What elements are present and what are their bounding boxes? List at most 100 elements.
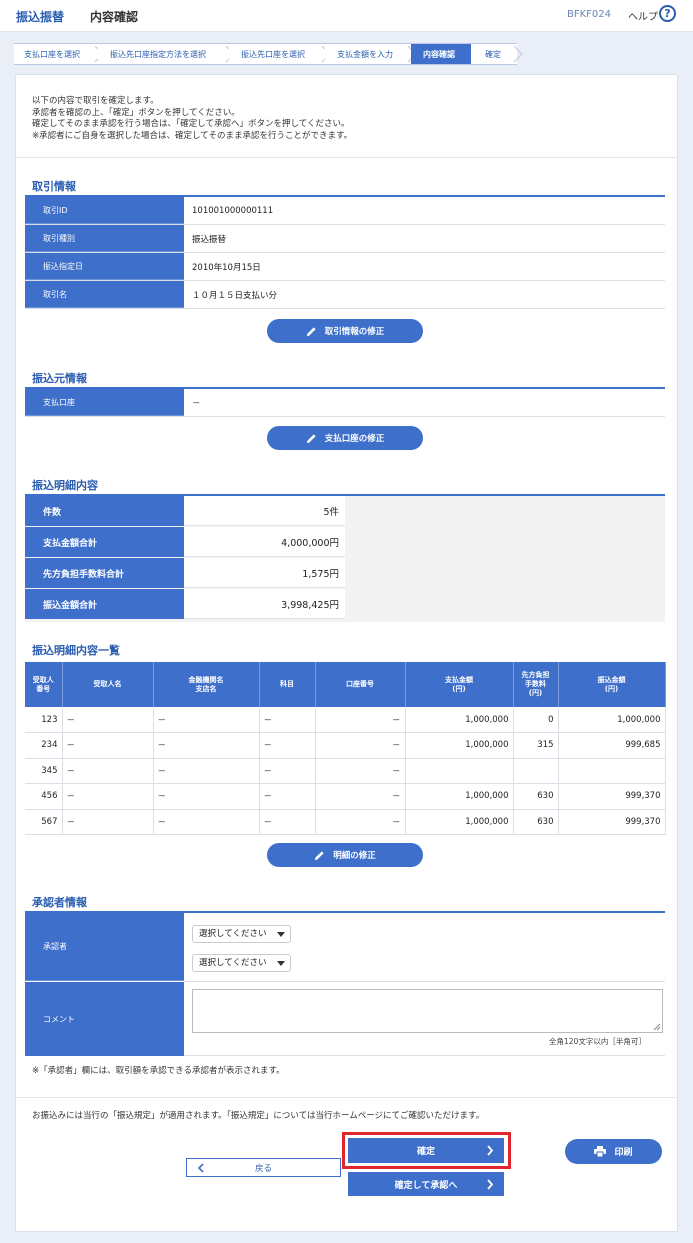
print-button[interactable]: 印刷 <box>565 1139 662 1164</box>
intro-line: ※承認者にご自身を選択した場合は、確定してそのまま承認を行うことができます。 <box>32 130 353 141</box>
select-value: 選択してください <box>199 929 267 939</box>
row-value: 5件 <box>184 496 345 526</box>
step-label: 振込先口座を選択 <box>241 50 305 59</box>
table-cell: 234 <box>25 732 63 759</box>
chevron-right-icon <box>487 1179 494 1190</box>
table-cell: 630 <box>513 783 559 810</box>
button-label: 印刷 <box>614 1148 633 1158</box>
approver-select-2[interactable]: 選択してください <box>192 954 291 972</box>
table-cell: 1,000,000 <box>405 783 514 810</box>
table-cell: － <box>153 783 260 810</box>
table-row: 123 －－－－ 1,000,000 0 1,000,000 <box>25 707 666 733</box>
column-header: 口座番号 <box>315 662 406 707</box>
table-cell: － <box>315 809 406 835</box>
pencil-icon <box>306 326 316 336</box>
table-row: 取引ID 101001000000111 <box>25 197 665 225</box>
table-cell: － <box>62 809 154 835</box>
table-cell: － <box>153 758 260 784</box>
table-row: 取引名 １０月１５日支払い分 <box>25 281 665 309</box>
row-value: 1,575円 <box>184 558 345 588</box>
table-cell: 999,685 <box>558 732 666 759</box>
button-label: 明細の修正 <box>333 851 376 861</box>
table-cell: 567 <box>25 809 63 835</box>
step-label: 確定 <box>485 50 501 59</box>
table-row: 先方負担手数料合計 1,575円 <box>25 558 665 589</box>
table-cell: 630 <box>513 809 559 835</box>
table-cell: 123 <box>25 707 63 733</box>
edit-transaction-button[interactable]: 取引情報の修正 <box>267 319 423 343</box>
table-cell: － <box>153 707 260 733</box>
row-value: 2010年10月15日 <box>192 262 261 273</box>
confirm-and-approve-button[interactable]: 確定して承認へ <box>348 1172 504 1196</box>
table-row: 234 －－－－ 1,000,000 315 999,685 <box>25 732 666 759</box>
table-cell: － <box>259 809 316 835</box>
approver-select-1[interactable]: 選択してください <box>192 925 291 943</box>
section-title-details: 振込明細内容一覧 <box>32 644 120 657</box>
table-cell: 456 <box>25 783 63 810</box>
column-header: 科目 <box>259 662 316 707</box>
table-row: 取引種別 振込振替 <box>25 225 665 253</box>
table-row: 振込指定日 2010年10月15日 <box>25 253 665 281</box>
step-2: 振込先口座指定方法を選択 <box>98 43 235 65</box>
column-header: 先方負担 手数料 (円) <box>513 662 559 707</box>
confirm-button[interactable]: 確定 <box>348 1138 504 1163</box>
intro-text: 以下の内容で取引を確定します。 承認者を確認の上、「確定」ボタンを押してください… <box>32 96 352 142</box>
table-row: 345 －－－－ <box>25 758 666 784</box>
edit-source-account-button[interactable]: 支払口座の修正 <box>267 426 423 450</box>
table-cell: － <box>259 732 316 759</box>
column-header: 支払金額 (円) <box>405 662 514 707</box>
comment-hint: 全角120文字以内［半角可］ <box>549 1037 646 1046</box>
table-body: 123 －－－－ 1,000,000 0 1,000,000 234 －－－－ 1,000,0… <box>25 707 666 835</box>
help-link[interactable]: ヘルプ <box>628 8 658 23</box>
step-label: 支払金額を入力 <box>337 50 393 59</box>
transaction-table: 取引ID 101001000000111 取引種別 振込振替 振込指定日 2010年1… <box>25 197 665 309</box>
table-cell: － <box>62 758 154 784</box>
row-value: １０月１５日支払い分 <box>192 290 278 301</box>
intro-line: 確定してそのまま承認を行う場合は、「確定して承認へ」ボタンを押してください。 <box>32 119 350 129</box>
table-row: 件数 5件 <box>25 496 665 527</box>
chevron-left-icon <box>197 1163 204 1173</box>
table-cell: 1,000,000 <box>405 809 514 835</box>
table-cell: 999,370 <box>558 809 666 835</box>
table-row: 支払口座 － <box>25 389 665 417</box>
table-cell: － <box>259 707 316 733</box>
row-value: 振込振替 <box>192 234 227 245</box>
table-cell: － <box>315 758 406 784</box>
section-title-approver: 承認者情報 <box>32 896 87 909</box>
back-button[interactable]: 戻る <box>186 1158 341 1177</box>
dropdown-arrow-icon <box>277 932 285 937</box>
table-header-row: 受取人 番号 受取人名 金融機関名 支店名 科目 口座番号 支払金額 (円) 先方負担 手数… <box>25 662 666 707</box>
column-header: 受取人名 <box>62 662 154 707</box>
pencil-icon <box>315 850 324 860</box>
rules-notice: お振込みには当行の「振込規定」が適用されます。「振込規定」については当行ホームペ… <box>32 1111 485 1121</box>
details-table: 受取人 番号 受取人名 金融機関名 支店名 科目 口座番号 支払金額 (円) 先方負担 手数… <box>25 662 666 835</box>
table-cell: － <box>315 783 406 810</box>
table-cell: － <box>259 783 316 810</box>
screen-code: BFKF024 <box>567 9 612 20</box>
divider <box>15 157 678 158</box>
row-label: 取引名 <box>25 281 184 308</box>
row-label: 先方負担手数料合計 <box>25 558 184 588</box>
edit-details-button[interactable]: 明細の修正 <box>267 843 423 867</box>
table-row: 振込金額合計 3,998,425円 <box>25 589 665 620</box>
table-cell: 1,000,000 <box>405 707 514 733</box>
button-label: 確定 <box>416 1147 435 1157</box>
step-chevron-icon <box>513 46 523 62</box>
table-cell: 1,000,000 <box>405 732 514 759</box>
help-icon[interactable]: ? <box>659 5 676 22</box>
column-header: 受取人 番号 <box>25 662 63 707</box>
table-cell: 345 <box>25 758 63 784</box>
comment-textarea[interactable] <box>192 989 663 1033</box>
table-cell: － <box>62 707 154 733</box>
page-title: 内容確認 <box>90 10 139 24</box>
table-cell: 0 <box>513 707 559 733</box>
step-4: 支払金額を入力 <box>325 43 417 65</box>
row-label: 件数 <box>25 496 184 526</box>
column-header: 振込金額 (円) <box>558 662 666 707</box>
table-cell: － <box>315 707 406 733</box>
app-title: 振込振替 <box>16 10 65 24</box>
row-label: コメント <box>25 982 184 1056</box>
table-cell: 999,370 <box>558 783 666 810</box>
section-title-source: 振込元情報 <box>32 372 87 385</box>
intro-line: 以下の内容で取引を確定します。 <box>32 96 159 106</box>
